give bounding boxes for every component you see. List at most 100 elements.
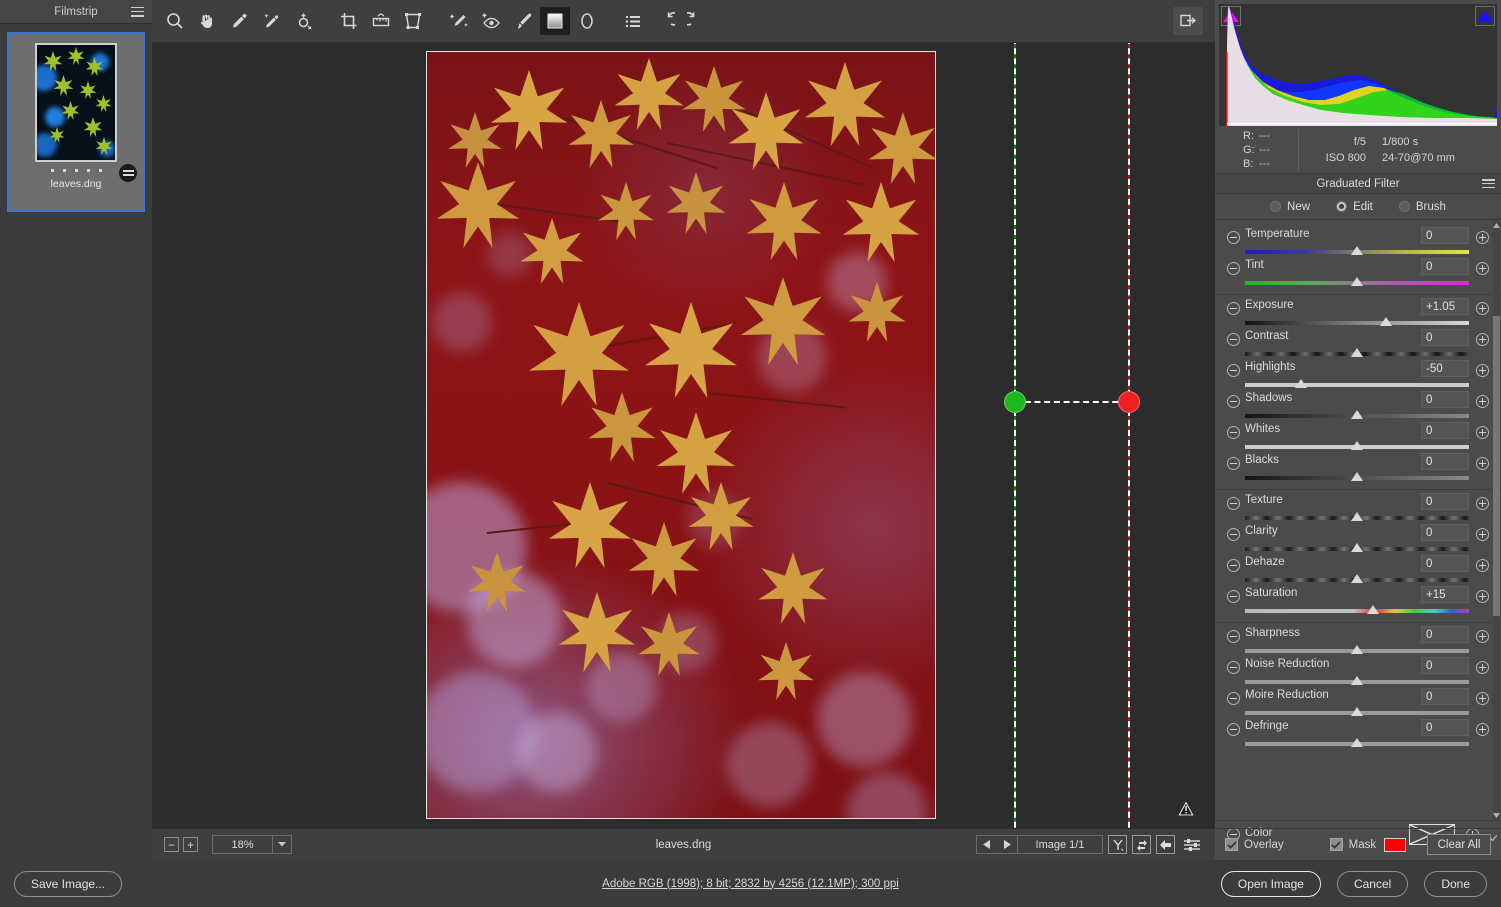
defringe-value[interactable]: 0 (1421, 719, 1469, 736)
redo-tool[interactable] (682, 7, 712, 35)
red-eye-tool[interactable] (476, 7, 506, 35)
exposure-value[interactable]: +1.05 (1421, 298, 1469, 315)
histogram[interactable] (1219, 4, 1497, 126)
sharpness-thumb[interactable] (1351, 645, 1363, 654)
shadows-value[interactable]: 0 (1421, 391, 1469, 408)
decrease-tint-button[interactable] (1227, 262, 1240, 275)
color-sampler-tool[interactable] (256, 7, 286, 35)
next-image-arrow[interactable] (997, 836, 1017, 853)
saturation-thumb[interactable] (1366, 605, 1379, 614)
increase-texture-button[interactable] (1476, 497, 1489, 510)
highlights-value[interactable]: -50 (1421, 360, 1469, 377)
decrease-clarity-button[interactable] (1227, 528, 1240, 541)
increase-sharpness-button[interactable] (1476, 630, 1489, 643)
tint-value[interactable]: 0 (1421, 258, 1469, 275)
increase-highlights-button[interactable] (1476, 364, 1489, 377)
decrease-whites-button[interactable] (1227, 426, 1240, 439)
undo-tool[interactable] (650, 7, 680, 35)
decrease-contrast-button[interactable] (1227, 333, 1240, 346)
graduated-filter-tool[interactable] (540, 7, 570, 35)
hamburger-menu-icon[interactable] (131, 6, 144, 17)
zoom-level-select[interactable]: 18% (212, 835, 292, 854)
decrease-temperature-button[interactable] (1227, 231, 1240, 244)
zoom-in-button[interactable]: + (183, 837, 198, 852)
temperature-thumb[interactable] (1351, 246, 1363, 255)
decrease-highlights-button[interactable] (1227, 364, 1240, 377)
mode-radio-new[interactable]: New (1270, 201, 1310, 213)
transform-tool[interactable] (398, 7, 428, 35)
clarity-value[interactable]: 0 (1421, 524, 1469, 541)
whites-value[interactable]: 0 (1421, 422, 1469, 439)
clear-all-button[interactable]: Clear All (1427, 834, 1491, 855)
saturation-track[interactable] (1245, 609, 1469, 613)
zoom-out-button[interactable]: − (164, 837, 179, 852)
noise-reduction-thumb[interactable] (1351, 676, 1363, 685)
mask-color-swatch[interactable] (1384, 837, 1407, 852)
gradient-end-handle[interactable] (1118, 391, 1140, 413)
open-preferences-icon[interactable] (1173, 7, 1203, 35)
scrollbar-thumb[interactable] (1493, 316, 1500, 616)
increase-defringe-button[interactable] (1476, 723, 1489, 736)
increase-exposure-button[interactable] (1476, 302, 1489, 315)
panel-scrollbar[interactable] (1493, 220, 1500, 820)
moire-reduction-thumb[interactable] (1351, 707, 1363, 716)
tint-thumb[interactable] (1351, 277, 1363, 286)
adjustment-brush-tool[interactable] (508, 7, 538, 35)
targeted-adjustment-tool[interactable] (288, 7, 318, 35)
scroll-down-arrow[interactable] (1493, 810, 1500, 820)
zoom-tool[interactable] (160, 7, 190, 35)
panel-menu-icon[interactable] (1482, 179, 1495, 188)
gradient-start-line[interactable] (1014, 43, 1016, 828)
whites-thumb[interactable] (1351, 441, 1363, 450)
mask-checkbox[interactable]: Mask (1329, 838, 1376, 851)
decrease-noise-reduction-button[interactable] (1227, 661, 1240, 674)
decrease-texture-button[interactable] (1227, 497, 1240, 510)
done-button[interactable]: Done (1424, 870, 1487, 897)
decrease-sharpness-button[interactable] (1227, 630, 1240, 643)
open-image-button[interactable]: Open Image (1220, 870, 1321, 897)
gradient-start-handle[interactable] (1004, 391, 1026, 413)
increase-moire-reduction-button[interactable] (1476, 692, 1489, 705)
image-canvas[interactable] (152, 43, 1215, 828)
increase-noise-reduction-button[interactable] (1476, 661, 1489, 674)
contrast-value[interactable]: 0 (1421, 329, 1469, 346)
increase-dehaze-button[interactable] (1476, 559, 1489, 572)
clarity-thumb[interactable] (1351, 543, 1363, 552)
decrease-exposure-button[interactable] (1227, 302, 1240, 315)
increase-whites-button[interactable] (1476, 426, 1489, 439)
overlay-checkbox[interactable]: Overlay (1225, 838, 1284, 851)
dehaze-value[interactable]: 0 (1421, 555, 1469, 572)
highlights-thumb[interactable] (1295, 379, 1307, 388)
increase-temperature-button[interactable] (1476, 231, 1489, 244)
moire-reduction-value[interactable]: 0 (1421, 688, 1469, 705)
scroll-up-arrow[interactable] (1493, 220, 1500, 230)
photo-preview[interactable] (426, 51, 936, 819)
white-balance-tool[interactable] (224, 7, 254, 35)
cancel-button[interactable]: Cancel (1336, 870, 1409, 897)
blacks-value[interactable]: 0 (1421, 453, 1469, 470)
crop-tool[interactable] (334, 7, 364, 35)
sharpness-value[interactable]: 0 (1421, 626, 1469, 643)
decrease-moire-reduction-button[interactable] (1227, 692, 1240, 705)
dehaze-thumb[interactable] (1351, 574, 1363, 583)
straighten-tool[interactable] (366, 7, 396, 35)
mode-radio-edit[interactable]: Edit (1336, 201, 1373, 213)
filmstrip-thumbnail[interactable]: leaves.dng (7, 32, 145, 212)
saturation-value[interactable]: +15 (1421, 586, 1469, 603)
increase-saturation-button[interactable] (1476, 590, 1489, 603)
contrast-thumb[interactable] (1351, 348, 1363, 357)
defringe-thumb[interactable] (1351, 738, 1363, 747)
thumbnail-rating-dots[interactable] (50, 169, 102, 172)
blacks-thumb[interactable] (1351, 472, 1363, 481)
shadows-thumb[interactable] (1351, 410, 1363, 419)
mode-radio-brush[interactable]: Brush (1398, 201, 1446, 213)
spot-removal-tool[interactable] (444, 7, 474, 35)
rotate-left-button[interactable] (1156, 835, 1175, 854)
increase-tint-button[interactable] (1476, 262, 1489, 275)
noise-reduction-value[interactable]: 0 (1421, 657, 1469, 674)
temperature-value[interactable]: 0 (1421, 227, 1469, 244)
radial-filter-tool[interactable] (572, 7, 602, 35)
exposure-track[interactable] (1245, 321, 1469, 325)
texture-thumb[interactable] (1351, 512, 1363, 521)
increase-shadows-button[interactable] (1476, 395, 1489, 408)
